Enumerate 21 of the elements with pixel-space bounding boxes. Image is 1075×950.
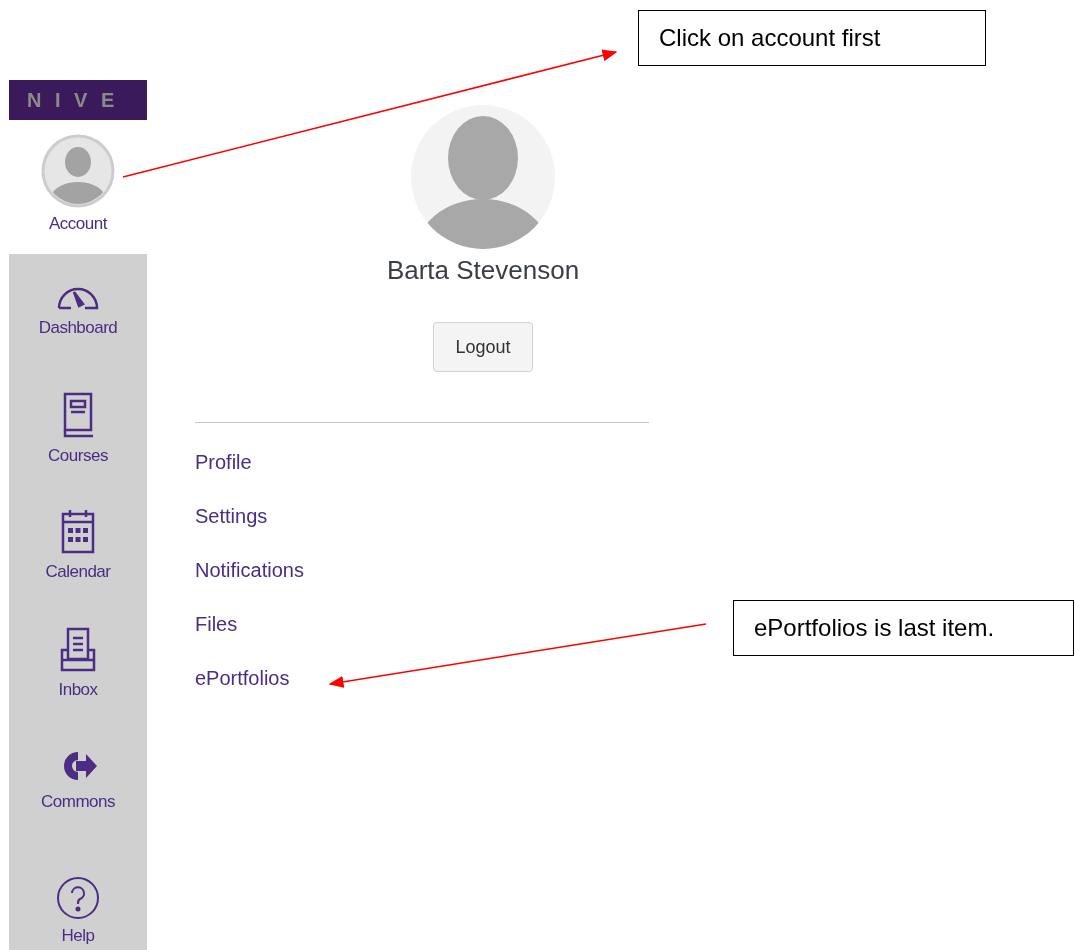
calendar-icon: [60, 508, 96, 556]
inbox-icon: [58, 626, 98, 674]
account-link[interactable]: ePortfolios: [195, 665, 290, 691]
nav-item[interactable]: Courses: [9, 370, 147, 486]
user-name: Barta Stevenson: [386, 255, 580, 286]
nav-item[interactable]: Calendar: [9, 486, 147, 604]
book-icon: [61, 392, 95, 440]
avatar-icon: [41, 134, 115, 208]
nav-item[interactable]: Dashboard: [9, 254, 147, 370]
account-link[interactable]: Profile: [195, 449, 252, 475]
brand-banner: N I V E: [9, 80, 147, 120]
account-link[interactable]: Notifications: [195, 557, 304, 583]
logout-button[interactable]: Logout: [433, 322, 533, 372]
nav-item[interactable]: Inbox: [9, 604, 147, 724]
callout-text: Click on account first: [659, 24, 881, 52]
help-icon: [56, 876, 100, 920]
callout-text: ePortfolios is last item.: [754, 614, 995, 642]
nav-item[interactable]: Commons: [9, 724, 147, 854]
account-link[interactable]: Settings: [195, 503, 268, 529]
nav-item[interactable]: Help: [9, 854, 147, 950]
account-link[interactable]: Files: [195, 611, 238, 637]
